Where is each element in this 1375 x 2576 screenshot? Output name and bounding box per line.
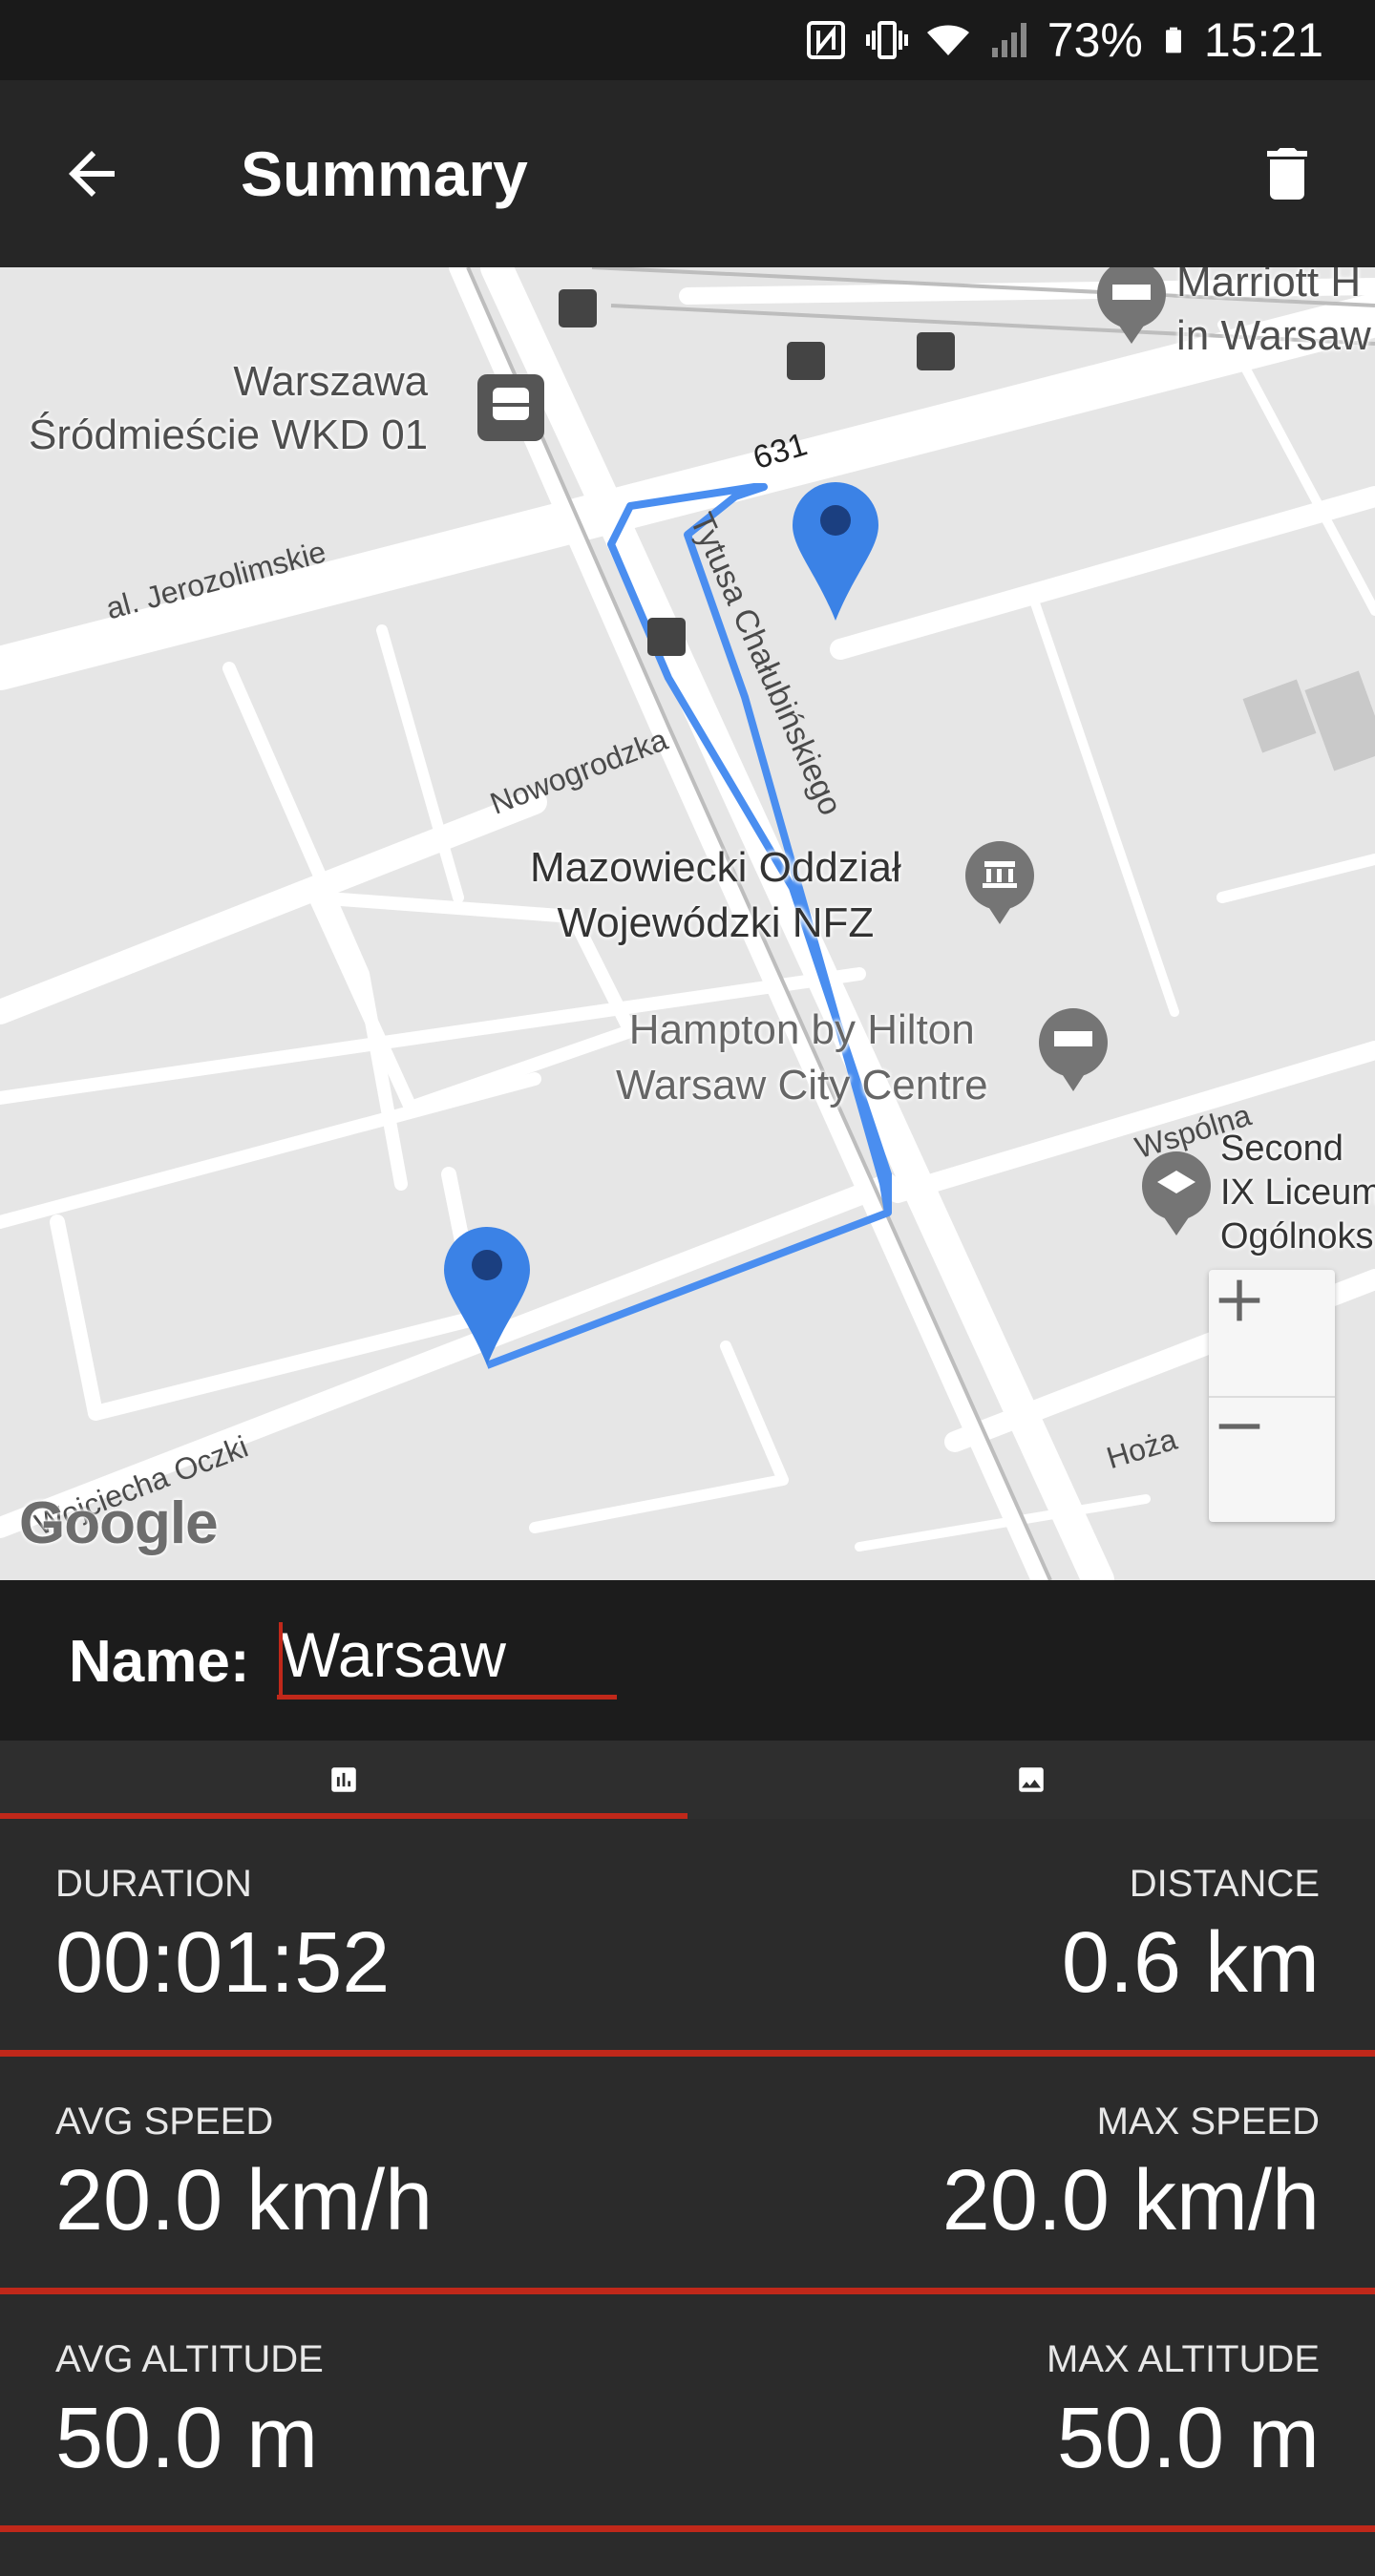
place-label-hampton: Hampton by Hilton Warsaw City Centre [616,1006,988,1109]
avg-speed-label: AVG SPEED [55,2101,274,2143]
avg-speed-value: 20.0 km/h [55,2153,434,2249]
delete-button[interactable] [1253,137,1322,210]
image-icon [1019,1767,1044,1792]
place-label-marriott: Marriott H in Warsaw [1176,267,1371,359]
tab-bar [0,1741,1375,1819]
name-row: Name: [0,1580,1375,1741]
name-label: Name: [69,1629,250,1695]
zoom-controls [1209,1270,1335,1522]
trash-icon [1267,148,1307,200]
stats-row-altitude: AVG ALTITUDE 50.0 m MAX ALTITUDE 50.0 m [0,2294,1375,2532]
plus-icon [1218,1279,1260,1321]
arrow-left-icon [69,151,115,197]
school-pin[interactable] [1142,1151,1211,1235]
stats-row-speed: AVG SPEED 20.0 km/h MAX SPEED 20.0 km/h [0,2057,1375,2294]
stats-row-duration-distance: DURATION 00:01:52 DISTANCE 0.6 km [0,1819,1375,2057]
zoom-out-button[interactable] [1209,1396,1335,1522]
page-title: Summary [241,138,528,209]
avg-altitude-label: AVG ALTITUDE [55,2338,324,2380]
duration-value: 00:01:52 [55,1915,391,2011]
hotel-pin[interactable] [1039,1008,1108,1091]
wifi-icon [926,25,969,55]
nfc-icon [806,21,845,59]
tab-image[interactable] [688,1741,1375,1819]
back-button[interactable] [57,139,126,208]
text-cursor [279,1622,283,1697]
place-label-nfz: Mazowiecki Oddział Wojewódzki NFZ [530,844,901,946]
end-marker[interactable] [793,482,878,621]
status-bar: 73% 15:21 [0,0,1375,80]
max-speed-label: MAX SPEED [1096,2101,1320,2143]
government-pin[interactable] [965,841,1034,924]
name-input[interactable] [277,1615,617,1700]
battery-icon [1165,27,1181,53]
app-bar: Summary [0,80,1375,267]
bar-chart-icon [331,1767,356,1792]
distance-value: 0.6 km [1061,1915,1320,2011]
battery-percent: 73% [1047,13,1143,67]
train-station-pin[interactable] [477,374,544,441]
avg-altitude-value: 50.0 m [55,2391,319,2486]
minus-icon [1218,1424,1260,1429]
place-label-school: Second IX Liceum Ogólnoks [1220,1129,1375,1256]
distance-label: DISTANCE [1129,1863,1320,1905]
clock: 15:21 [1203,13,1323,67]
max-altitude-value: 50.0 m [1056,2391,1320,2486]
max-altitude-label: MAX ALTITUDE [1047,2338,1320,2380]
zoom-in-button[interactable] [1209,1270,1335,1398]
signal-icon [991,23,1026,57]
map-view[interactable]: Warszawa Śródmieście WKD 01 Marriott H i… [0,267,1375,1580]
vibrate-icon [865,21,908,59]
max-speed-value: 20.0 km/h [941,2153,1320,2249]
tab-statistics[interactable] [0,1741,688,1819]
duration-label: DURATION [55,1863,252,1905]
place-label-wkd: Warszawa Śródmieście WKD 01 [29,358,429,458]
google-logo: Google [19,1490,219,1556]
status-icons: 73% 15:21 [803,0,1323,80]
